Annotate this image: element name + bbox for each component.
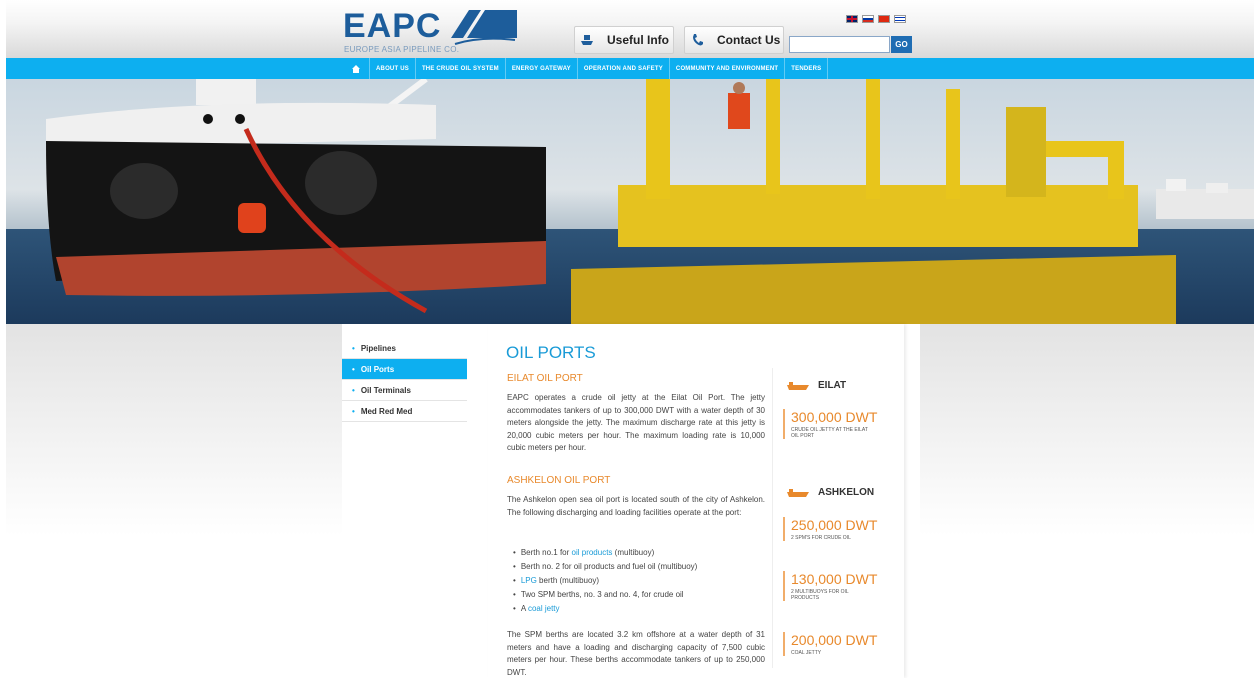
oil-products-link[interactable]: oil products	[572, 548, 613, 557]
useful-info-button[interactable]: Useful Info	[574, 26, 674, 54]
multibuoy-dwt-caption: 2 MULTIBUOYS FOR OIL PRODUCTS	[791, 589, 849, 601]
nav-community-environment[interactable]: COMMUNITY AND ENVIRONMENT	[670, 58, 786, 79]
list-item: Berth no. 2 for oil products and fuel oi…	[513, 560, 698, 574]
main-nav: ABOUT US THE CRUDE OIL SYSTEM ENERGY GAT…	[6, 58, 1254, 79]
ashkelon-paragraph: The Ashkelon open sea oil port is locate…	[507, 495, 765, 517]
sidebar-item-pipelines[interactable]: • Pipelines	[342, 338, 467, 359]
search-go-button[interactable]: GO	[891, 36, 912, 53]
spm-paragraph: The SPM berths are located 3.2 km offsho…	[507, 630, 765, 677]
logo-text: EAPC	[343, 7, 442, 45]
sidebar-item-med-red-med[interactable]: • Med Red Med	[342, 401, 467, 422]
nav-about-us[interactable]: ABOUT US	[370, 58, 416, 79]
list-item: LPG berth (multibuoy)	[513, 574, 697, 588]
tanker-ship-icon	[787, 488, 809, 497]
sidebar-item-oil-terminals[interactable]: • Oil Terminals	[342, 380, 467, 401]
phone-icon	[685, 33, 709, 47]
ashkelon-coal-stat: 200,000 DWT COAL JETTY	[783, 632, 877, 656]
ashkelon-spm-stat: 250,000 DWT 2 SPM'S FOR CRUDE OIL	[783, 517, 881, 541]
hero-image	[6, 79, 1254, 324]
flag-israel-icon[interactable]	[894, 15, 906, 23]
list-item: Two SPM berths, no. 3 and no. 4, for cru…	[513, 588, 697, 602]
flag-uk-icon[interactable]	[846, 15, 858, 23]
coal-jetty-link[interactable]: coal jetty	[528, 604, 560, 613]
nav-home-icon[interactable]	[343, 58, 370, 79]
eilat-dwt-value: 300,000 DWT	[791, 409, 878, 425]
spm-dwt-caption: 2 SPM'S FOR CRUDE OIL	[791, 535, 851, 541]
page-title: OIL PORTS	[506, 343, 596, 362]
sidebar: • Pipelines • Oil Ports • Oil Terminals • Me…	[342, 338, 467, 422]
list-item: Berth no.1 for oil products (multibuoy)	[513, 546, 697, 560]
eilat-port-label: EILAT	[787, 380, 846, 391]
tanker-ship-icon	[787, 381, 809, 390]
eilat-stat: 300,000 DWT CRUDE OIL JETTY AT THE EILAT…	[783, 409, 877, 439]
facility-list: Berth no.1 for oil products (multibuoy) …	[513, 546, 698, 616]
coal-dwt-caption: COAL JETTY	[791, 650, 822, 656]
ashkelon-port-label: ASHKELON	[787, 487, 874, 498]
nav-tenders[interactable]: TENDERS	[785, 58, 829, 79]
eilat-paragraph: EAPC operates a crude oil jetty at the E…	[507, 393, 765, 452]
language-flags	[846, 15, 906, 23]
list-item: A coal jetty	[513, 602, 697, 616]
lpg-link[interactable]: LPG	[521, 576, 537, 585]
nav-operation-safety[interactable]: OPERATION AND SAFETY	[578, 58, 670, 79]
flag-russia-icon[interactable]	[862, 15, 874, 23]
multibuoy-dwt-value: 130,000 DWT	[791, 571, 878, 587]
nav-crude-oil-system[interactable]: THE CRUDE OIL SYSTEM	[416, 58, 506, 79]
useful-info-label: Useful Info	[607, 33, 669, 47]
page: EAPC EUROPE ASIA PIPELINE CO. Useful Inf…	[0, 0, 1254, 678]
contact-us-button[interactable]: Contact Us	[684, 26, 784, 54]
eilat-heading: EILAT OIL PORT	[507, 373, 583, 384]
ashkelon-multibuoy-stat: 130,000 DWT 2 MULTIBUOYS FOR OIL PRODUCT…	[783, 571, 877, 601]
search-input[interactable]	[789, 36, 890, 53]
eilat-dwt-caption: CRUDE OIL JETTY AT THE EILAT OIL PORT	[791, 427, 868, 439]
logo-subtitle: EUROPE ASIA PIPELINE CO.	[344, 45, 460, 54]
flag-china-icon[interactable]	[878, 15, 890, 23]
coal-dwt-value: 200,000 DWT	[791, 632, 878, 648]
eapc-logo[interactable]: EAPC EUROPE ASIA PIPELINE CO.	[343, 8, 518, 54]
tanker-and-buoy-illustration	[46, 79, 1254, 324]
logo-mark-icon	[451, 10, 517, 45]
spm-dwt-value: 250,000 DWT	[791, 517, 878, 533]
sidebar-item-oil-ports[interactable]: • Oil Ports	[342, 359, 467, 380]
ashkelon-heading: ASHKELON OIL PORT	[507, 475, 611, 486]
contact-us-label: Contact Us	[717, 33, 781, 47]
ship-icon	[575, 33, 599, 47]
nav-energy-gateway[interactable]: ENERGY GATEWAY	[506, 58, 578, 79]
